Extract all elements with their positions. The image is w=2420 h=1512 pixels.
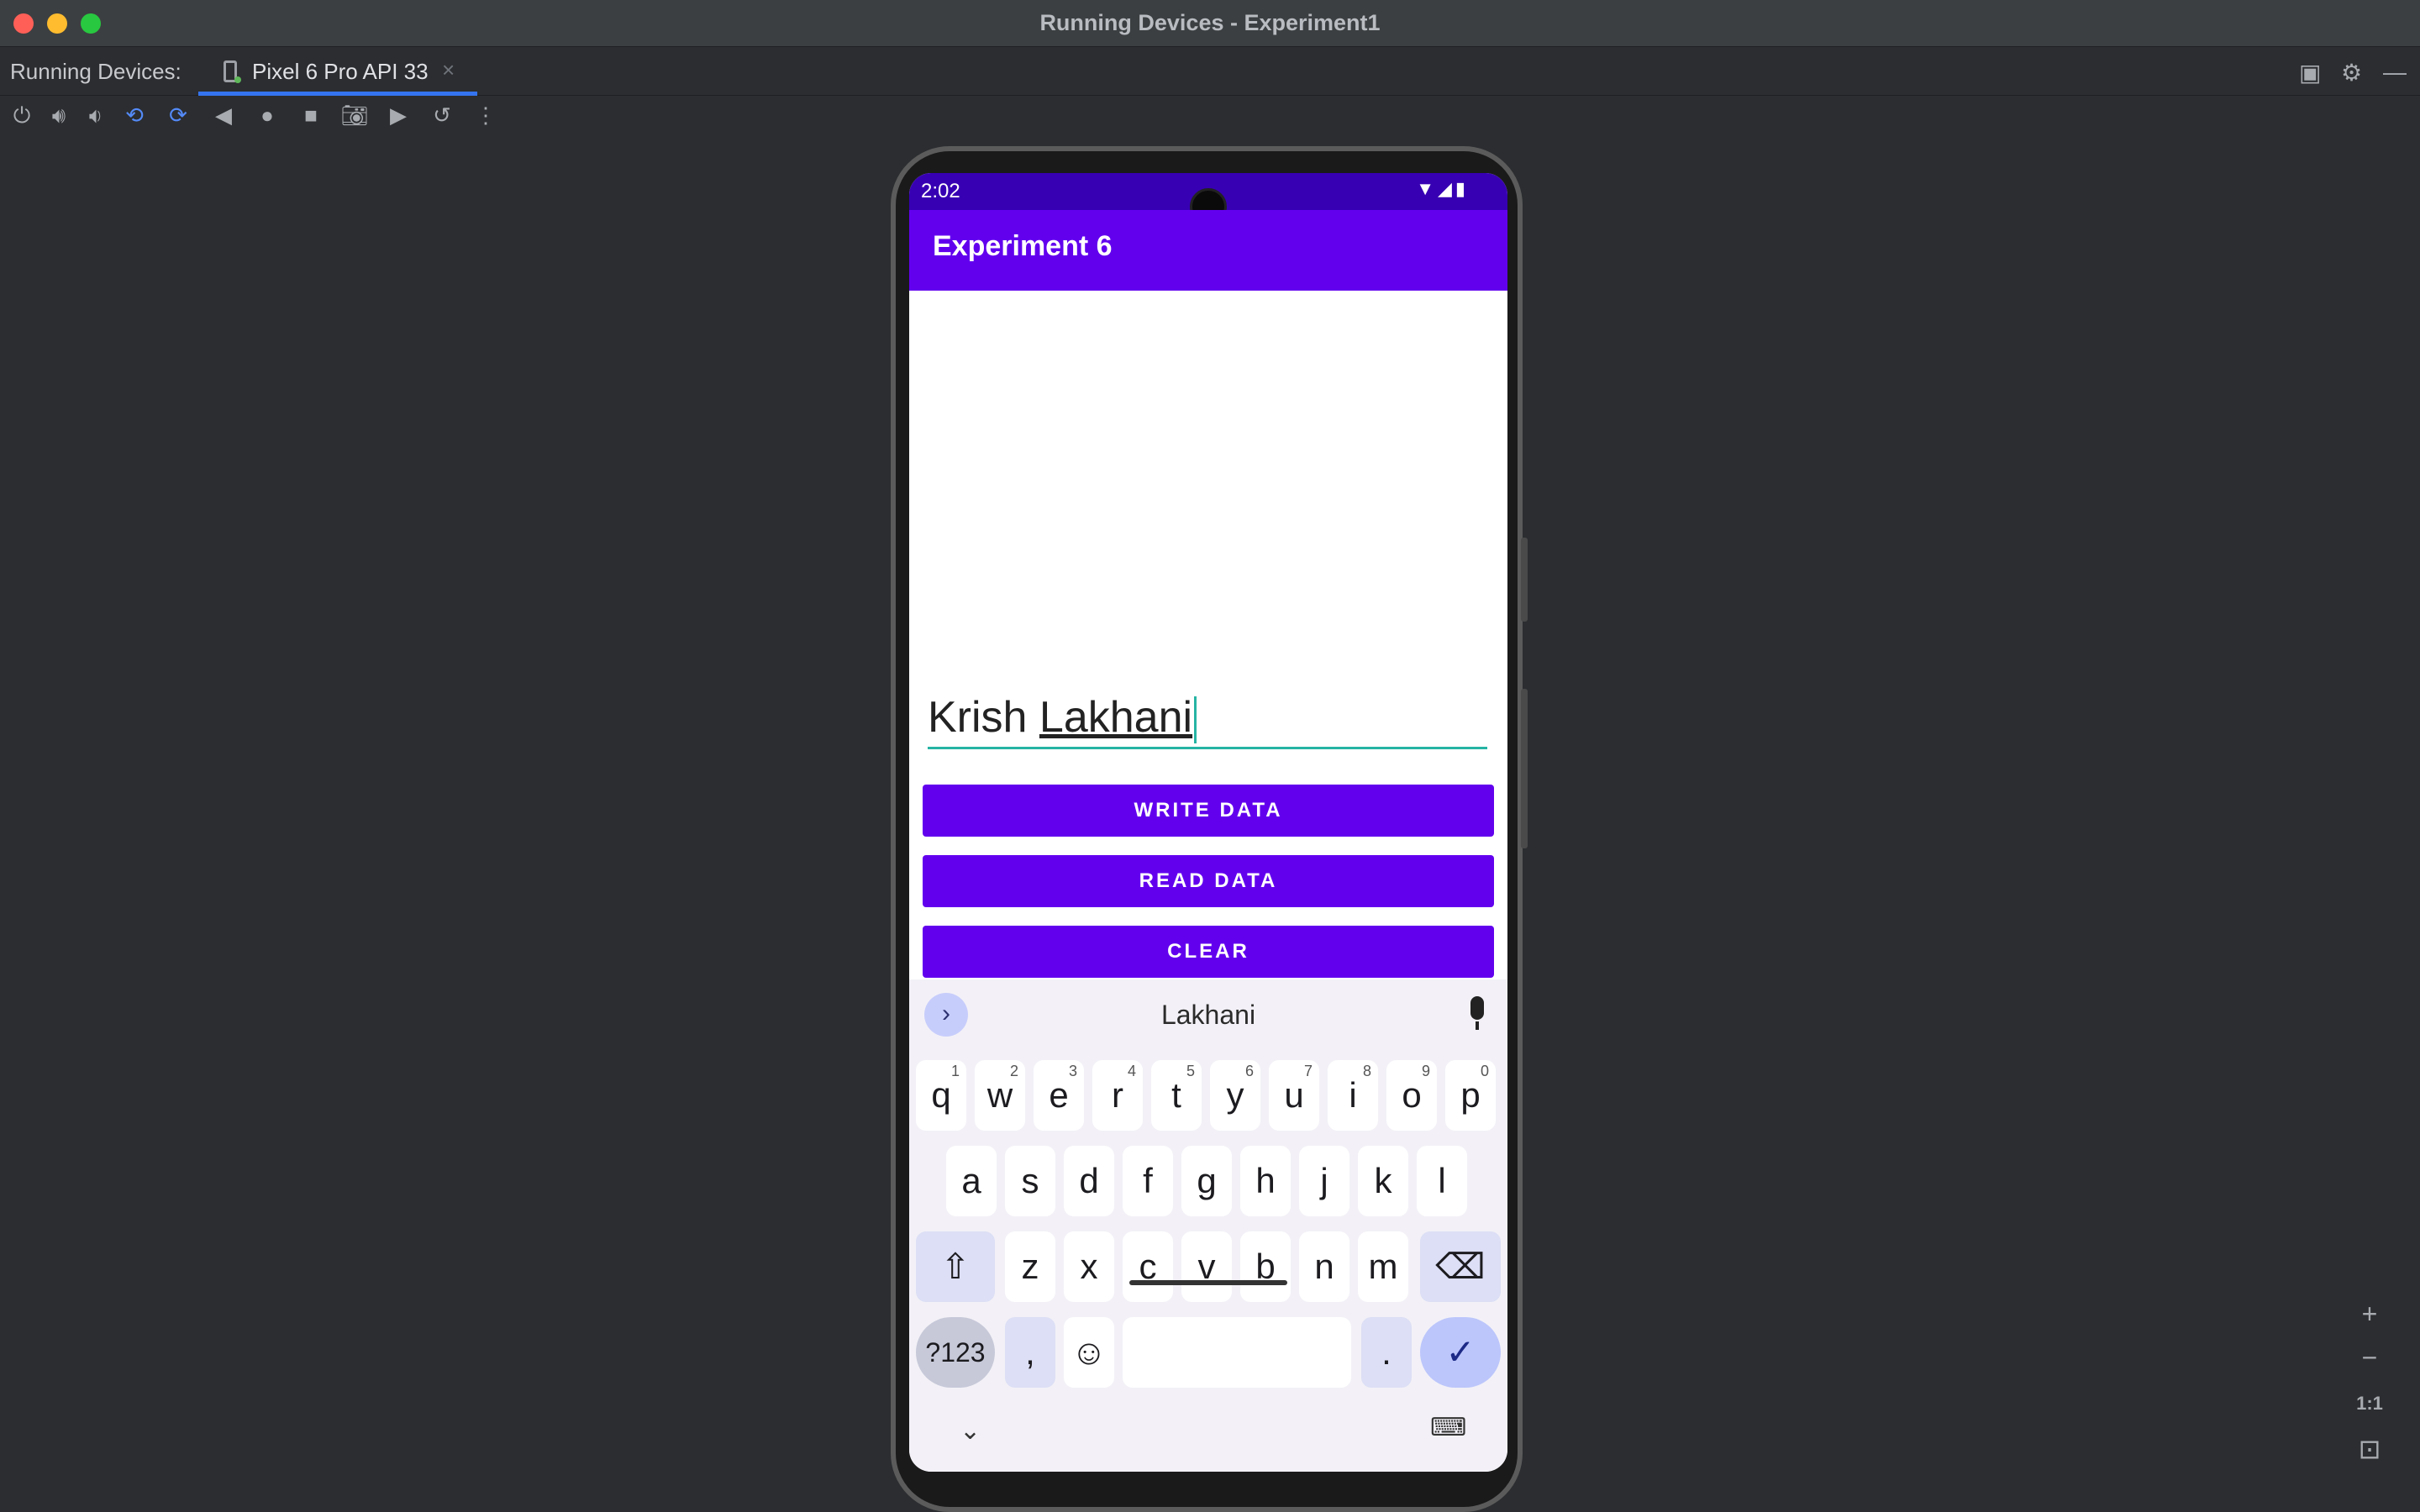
soft-keyboard: › Lakhani q1 w2 e3 r4 t5 y6 u7 i8 o9 p0 … bbox=[909, 979, 1507, 1472]
key-r[interactable]: r4 bbox=[1092, 1060, 1143, 1131]
key-b[interactable]: b bbox=[1240, 1231, 1291, 1302]
volume-down-icon[interactable]: 🔉︎ bbox=[81, 102, 111, 129]
tab-label: Pixel 6 Pro API 33 bbox=[252, 59, 429, 84]
key-n[interactable]: n bbox=[1299, 1231, 1349, 1302]
text-input[interactable]: Krish Lakhani bbox=[928, 692, 1487, 749]
overview-icon[interactable]: ■ bbox=[296, 102, 326, 129]
back-icon[interactable]: ◀ bbox=[208, 102, 239, 129]
running-devices-label: Running Devices: bbox=[10, 59, 182, 84]
key-e[interactable]: e3 bbox=[1034, 1060, 1084, 1131]
clear-button[interactable]: CLEAR bbox=[923, 926, 1494, 978]
key-j[interactable]: j bbox=[1299, 1146, 1349, 1216]
key-g[interactable]: g bbox=[1181, 1146, 1232, 1216]
key-q[interactable]: q1 bbox=[916, 1060, 966, 1131]
zoom-in-button[interactable]: + bbox=[2348, 1299, 2391, 1330]
write-data-button[interactable]: WRITE DATA bbox=[923, 785, 1494, 837]
running-devices-tabbar: Running Devices: Pixel 6 Pro API 33 × ▣ … bbox=[0, 47, 2420, 96]
key-l[interactable]: l bbox=[1417, 1146, 1467, 1216]
zoom-controls: + − 1:1 ⊡ bbox=[2348, 1299, 2391, 1485]
power-icon[interactable]: ⏻ bbox=[7, 102, 37, 129]
text-input-composing: Lakhani bbox=[1039, 693, 1193, 742]
mic-icon[interactable] bbox=[1467, 996, 1487, 1033]
key-w[interactable]: w2 bbox=[975, 1060, 1025, 1131]
rotate-right-icon[interactable]: ⟳ bbox=[163, 102, 193, 129]
suggestion-word[interactable]: Lakhani bbox=[909, 1000, 1507, 1031]
key-v[interactable]: v bbox=[1181, 1231, 1232, 1302]
key-d[interactable]: d bbox=[1064, 1146, 1114, 1216]
more-icon[interactable]: ⋮ bbox=[471, 102, 501, 129]
key-p[interactable]: p0 bbox=[1445, 1060, 1496, 1131]
app-title: Experiment 6 bbox=[933, 230, 1113, 262]
tab-close-icon[interactable]: × bbox=[442, 57, 455, 83]
key-o[interactable]: o9 bbox=[1386, 1060, 1437, 1131]
text-cursor bbox=[1194, 696, 1197, 744]
key-u[interactable]: u7 bbox=[1269, 1060, 1319, 1131]
space-key[interactable] bbox=[1123, 1317, 1351, 1388]
backspace-key[interactable]: ⌫ bbox=[1420, 1231, 1501, 1302]
text-input-first: Krish bbox=[928, 693, 1039, 742]
device-screen[interactable]: 2:02 ▼◢▮ Experiment 6 Krish Lakhani WRIT… bbox=[909, 173, 1507, 1472]
layout-icon[interactable]: ▣ bbox=[2299, 59, 2321, 87]
shift-key[interactable]: ⇧ bbox=[916, 1231, 995, 1302]
key-s[interactable]: s bbox=[1005, 1146, 1055, 1216]
key-y[interactable]: y6 bbox=[1210, 1060, 1260, 1131]
status-time: 2:02 bbox=[921, 180, 960, 202]
screenshot-icon[interactable]: 📷︎ bbox=[339, 102, 370, 129]
device-toolbar: ⏻ 🔊︎ 🔉︎ ⟲ ⟳ ◀ ● ■ 📷︎ ▶ ↺ ⋮ bbox=[0, 96, 2420, 141]
app-bar: Experiment 6 bbox=[909, 210, 1507, 291]
gesture-handle[interactable] bbox=[1129, 1280, 1287, 1285]
keyboard-switch-icon[interactable]: ⌨ bbox=[1430, 1413, 1466, 1442]
reset-icon[interactable]: ↺ bbox=[427, 102, 457, 129]
period-key[interactable]: . bbox=[1361, 1317, 1412, 1388]
read-data-button[interactable]: READ DATA bbox=[923, 855, 1494, 907]
zoom-actual-size-button[interactable]: 1:1 bbox=[2348, 1393, 2391, 1415]
comma-key[interactable]: , bbox=[1005, 1317, 1055, 1388]
key-f[interactable]: f bbox=[1123, 1146, 1173, 1216]
key-z[interactable]: z bbox=[1005, 1231, 1055, 1302]
volume-side-button bbox=[1521, 689, 1528, 848]
key-m[interactable]: m bbox=[1358, 1231, 1408, 1302]
record-icon[interactable]: ▶ bbox=[383, 102, 413, 129]
key-h[interactable]: h bbox=[1240, 1146, 1291, 1216]
key-x[interactable]: x bbox=[1064, 1231, 1114, 1302]
key-t[interactable]: t5 bbox=[1151, 1060, 1202, 1131]
window-titlebar: Running Devices - Experiment1 bbox=[0, 0, 2420, 47]
home-icon[interactable]: ● bbox=[252, 102, 282, 129]
key-i[interactable]: i8 bbox=[1328, 1060, 1378, 1131]
key-c[interactable]: c bbox=[1123, 1231, 1173, 1302]
power-side-button bbox=[1521, 538, 1528, 622]
emoji-key[interactable]: ☺ bbox=[1064, 1317, 1114, 1388]
key-k[interactable]: k bbox=[1358, 1146, 1408, 1216]
volume-up-icon[interactable]: 🔊︎ bbox=[44, 102, 74, 129]
symbols-key[interactable]: ?123 bbox=[916, 1317, 995, 1388]
zoom-out-button[interactable]: − bbox=[2348, 1342, 2391, 1373]
hide-panel-icon[interactable]: — bbox=[2383, 59, 2407, 86]
status-icons: ▼◢▮ bbox=[1416, 178, 1469, 199]
tab-pixel-6-pro[interactable]: Pixel 6 Pro API 33 × bbox=[198, 47, 477, 96]
zoom-fit-button[interactable]: ⊡ bbox=[2348, 1433, 2391, 1465]
key-a[interactable]: a bbox=[946, 1146, 997, 1216]
enter-key[interactable]: ✓ bbox=[1420, 1317, 1501, 1388]
hide-keyboard-icon[interactable]: ⌄ bbox=[960, 1416, 981, 1446]
window-title: Running Devices - Experiment1 bbox=[1039, 10, 1381, 35]
gear-icon[interactable]: ⚙ bbox=[2341, 59, 2362, 87]
rotate-left-icon[interactable]: ⟲ bbox=[119, 102, 150, 129]
device-icon bbox=[224, 60, 241, 83]
